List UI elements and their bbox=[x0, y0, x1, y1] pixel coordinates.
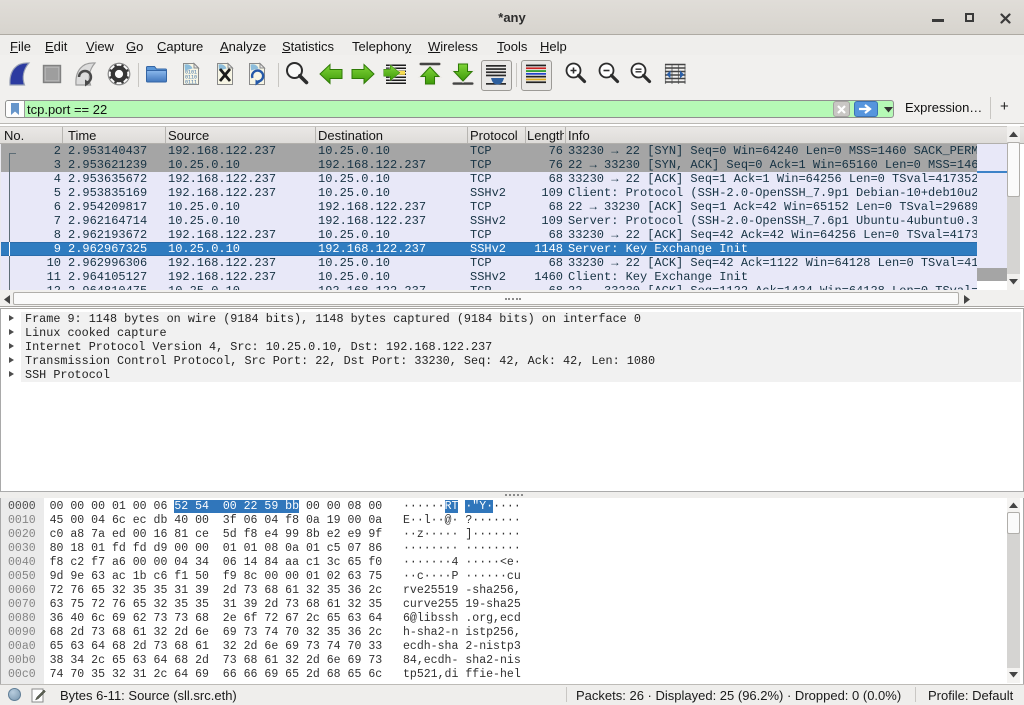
svg-text:0111: 0111 bbox=[185, 80, 197, 86]
